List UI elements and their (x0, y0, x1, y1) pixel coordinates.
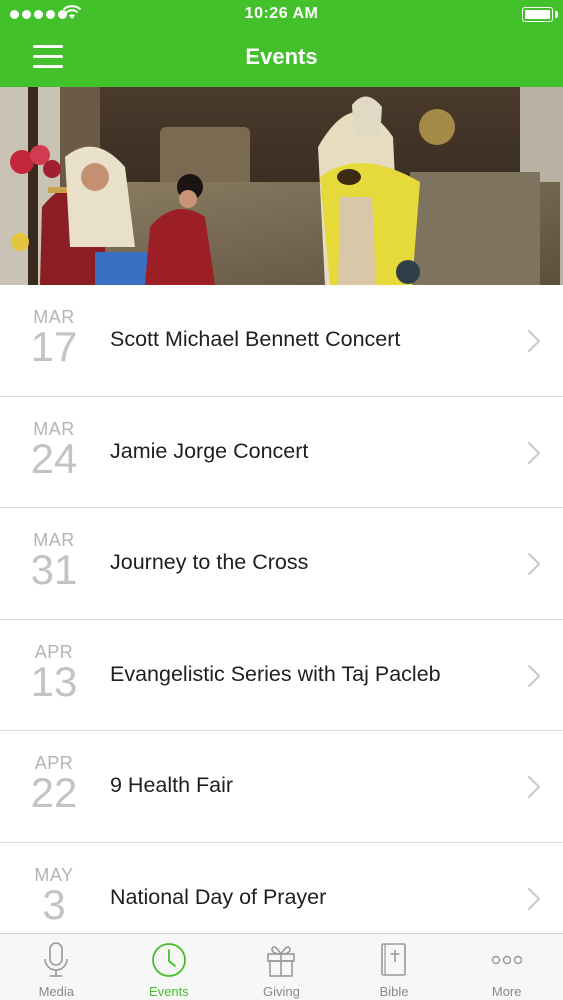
tab-label: Events (149, 984, 189, 999)
event-date: MAR 31 (18, 530, 90, 593)
event-day: 22 (30, 769, 78, 816)
chevron-right-icon (528, 330, 540, 352)
top-bar: 10:26 AM Events (0, 0, 563, 87)
event-row[interactable]: APR 22 9 Health Fair (0, 731, 563, 843)
event-row[interactable]: APR 13 Evangelistic Series with Taj Pacleb (0, 620, 563, 731)
chevron-right-icon (528, 553, 540, 575)
event-date: APR 13 (18, 642, 90, 705)
event-title: Evangelistic Series with Taj Pacleb (110, 661, 441, 686)
tab-media[interactable]: Media (0, 934, 113, 1000)
nativity-scene-photo (0, 87, 563, 285)
page-title: Events (245, 44, 318, 69)
battery-tip (555, 11, 558, 18)
event-day: 17 (30, 323, 78, 370)
tab-bible[interactable]: Bible (338, 934, 451, 1000)
hero-image (0, 87, 563, 285)
event-row[interactable]: MAR 17 Scott Michael Bennett Concert (0, 285, 563, 397)
status-bar: 10:26 AM (0, 0, 563, 30)
event-title: National Day of Prayer (110, 884, 327, 909)
tab-label: Bible (379, 984, 409, 999)
event-date: MAY 3 (18, 865, 90, 928)
tab-bar: Media Events Giving Bible More (0, 933, 563, 1000)
event-day: 3 (42, 880, 66, 928)
tab-label: Giving (263, 984, 300, 999)
status-time: 10:26 AM (244, 5, 319, 22)
event-date: MAR 17 (18, 307, 90, 370)
chevron-right-icon (528, 664, 540, 687)
tab-more[interactable]: More (450, 934, 563, 1000)
event-day: 24 (30, 434, 78, 482)
event-title: Jamie Jorge Concert (110, 438, 309, 463)
event-day: 31 (30, 546, 78, 593)
event-row[interactable]: MAR 31 Journey to the Cross (0, 508, 563, 620)
tab-label: Media (38, 984, 74, 999)
event-title: 9 Health Fair (110, 773, 234, 797)
tab-events[interactable]: Events (113, 934, 226, 1000)
event-row[interactable]: MAR 24 Jamie Jorge Concert (0, 397, 563, 508)
battery-icon (522, 7, 553, 22)
event-day: 13 (30, 657, 78, 705)
events-list: MAR 17 Scott Michael Bennett Concert MAR 24 J… (0, 285, 563, 933)
chevron-right-icon (528, 887, 540, 910)
tab-giving[interactable]: Giving (225, 934, 338, 1000)
event-title: Journey to the Cross (110, 550, 309, 574)
chevron-right-icon (528, 441, 540, 464)
event-title: Scott Michael Bennett Concert (110, 327, 401, 351)
chevron-right-icon (528, 776, 540, 798)
event-row[interactable]: MAY 3 National Day of Prayer (0, 843, 563, 934)
event-date: MAR 24 (18, 419, 90, 482)
event-date: APR 22 (18, 753, 90, 816)
tab-label: More (491, 984, 522, 999)
